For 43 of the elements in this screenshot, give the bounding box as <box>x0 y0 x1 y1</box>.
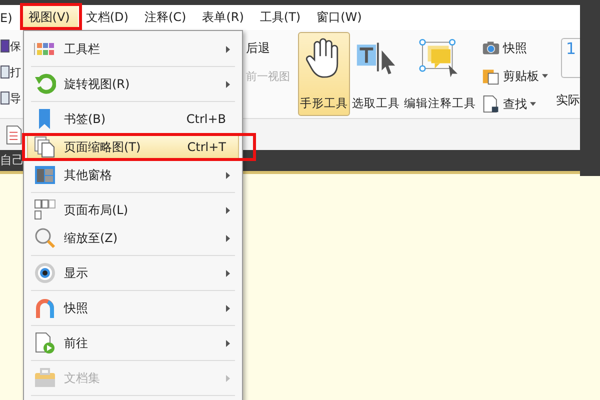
toolbar-button[interactable]: 查找 <box>480 92 550 116</box>
page-layout-icon <box>34 199 56 221</box>
menu-item[interactable]: 显示 <box>27 259 239 287</box>
menu-item[interactable]: 旋转视图(R) <box>27 70 239 98</box>
toolbar-button[interactable]: 剪贴板 <box>480 64 550 88</box>
toolbar-label: 保 <box>10 38 21 54</box>
panes-icon <box>34 164 56 186</box>
document-icon[interactable] <box>0 65 10 79</box>
menu-item[interactable]: 工具栏 <box>27 35 239 63</box>
briefcase-icon <box>34 367 56 389</box>
magnet-icon <box>34 297 56 319</box>
document-icon[interactable] <box>0 39 10 53</box>
toolbar-label: 打 <box>10 64 21 80</box>
back-button[interactable]: 后退 <box>246 38 298 59</box>
eye-icon <box>34 262 56 284</box>
tool-button[interactable]: 手形工具 <box>298 32 350 116</box>
menu-item[interactable]: 页面布局(L) <box>27 196 239 224</box>
pages-icon <box>34 136 56 158</box>
clipboard-icon <box>482 67 500 85</box>
highlight-frame <box>20 3 82 30</box>
menu-item[interactable]: 表单(R) <box>194 5 252 30</box>
tool-button[interactable]: 编辑注释工具 <box>402 32 478 116</box>
menu-item[interactable]: 快照 <box>27 294 239 322</box>
checklist-icon[interactable] <box>6 124 22 144</box>
find-icon <box>482 95 500 113</box>
menu-item[interactable]: 书签(B) Ctrl+B <box>27 105 239 133</box>
panel-tab[interactable]: 自己 <box>0 152 24 169</box>
menu-item[interactable]: 文档(D) <box>78 5 136 30</box>
menu-item[interactable]: 窗口(W) <box>308 5 370 30</box>
toolbar-button[interactable]: 快照 <box>480 36 550 60</box>
menu-item[interactable]: 工具(T) <box>252 5 309 30</box>
menu-item[interactable]: 缩放至(Z) <box>27 224 239 252</box>
zoom-icon <box>34 227 56 249</box>
menu-item[interactable]: 注释(C) <box>136 5 194 30</box>
menu-item[interactable]: 前往 <box>27 329 239 357</box>
camera-icon <box>482 39 500 57</box>
rotate-icon <box>34 73 56 95</box>
menu-item[interactable]: 其他窗格 <box>27 161 239 189</box>
toolbar-label: 导 <box>10 90 21 106</box>
menu-item[interactable]: E) <box>0 5 20 30</box>
tool-button[interactable]: 选取工具 <box>350 32 402 116</box>
go-to-icon <box>34 332 56 354</box>
document-icon[interactable] <box>0 91 10 105</box>
